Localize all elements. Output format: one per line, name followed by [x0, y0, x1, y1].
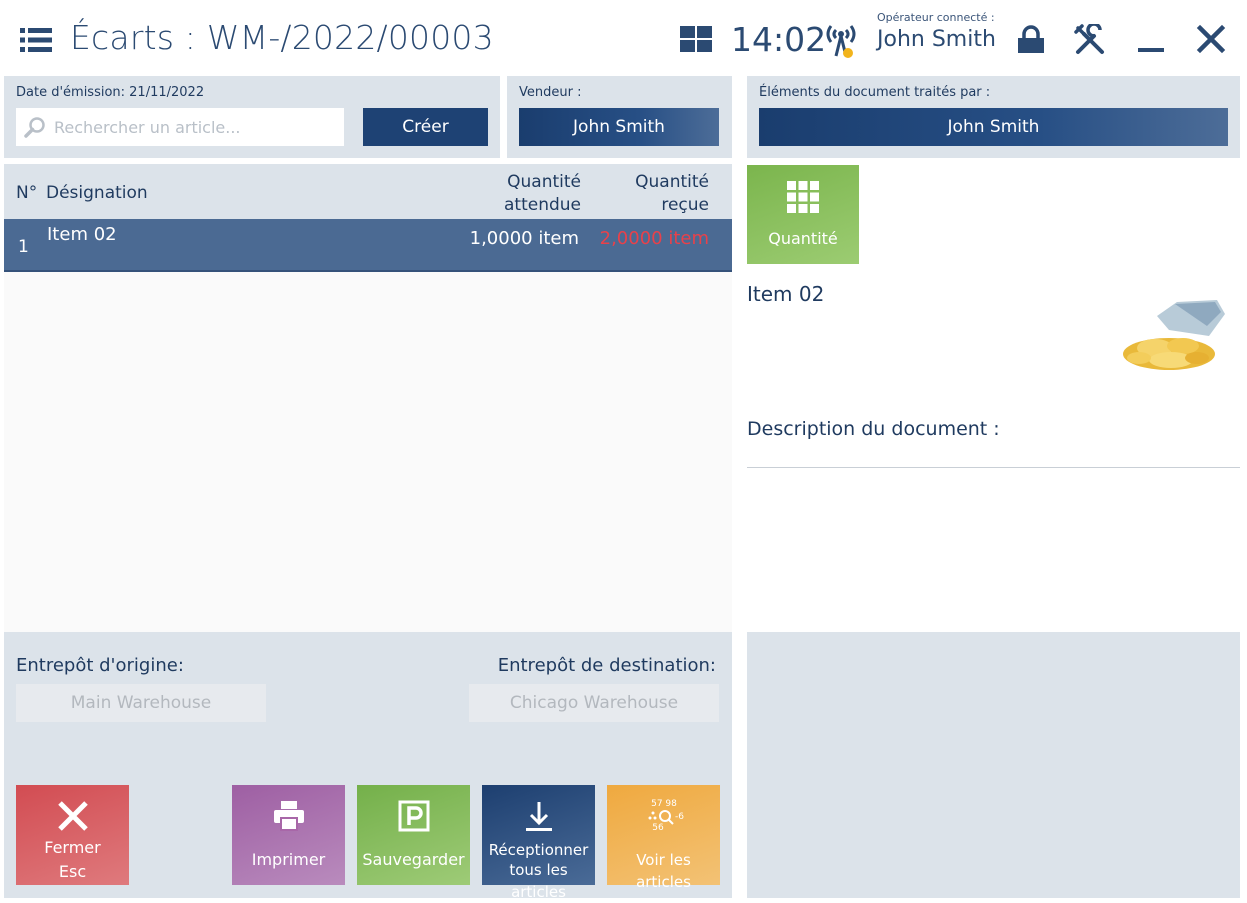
processed-by-button[interactable]: John Smith — [759, 108, 1228, 146]
operator-label: Opérateur connecté : — [877, 11, 995, 24]
table-header: N° Désignation Quantité attendue Quantit… — [4, 164, 732, 219]
column-header-expected-line1: Quantité — [507, 172, 581, 192]
close-label: Fermer — [44, 838, 101, 857]
view-icon-digits-bottom: 56 — [652, 823, 664, 833]
grid-keypad-icon — [787, 181, 819, 213]
column-header-received[interactable]: Quantité reçue — [604, 171, 709, 217]
search-input[interactable] — [54, 108, 339, 146]
column-header-received-line1: Quantité — [635, 172, 709, 192]
row-no: 1 — [18, 237, 29, 257]
download-arrow-icon — [525, 802, 552, 831]
search-box[interactable] — [16, 108, 344, 146]
vendor-label: Vendeur : — [519, 85, 582, 100]
scan-numbers-icon: 57 98 -6 56 — [648, 799, 684, 833]
table-row[interactable]: 1 Item 02 1,0000 item 2,0000 item — [4, 219, 732, 272]
close-button[interactable]: Fermer Esc — [16, 785, 129, 885]
column-header-designation[interactable]: Désignation — [46, 183, 148, 203]
description-underline[interactable] — [747, 467, 1240, 468]
tools-icon[interactable] — [1074, 24, 1106, 56]
destination-warehouse-field[interactable]: Chicago Warehouse — [469, 684, 719, 722]
receive-all-label-line2: tous les articles — [509, 861, 568, 901]
quantity-tile-label: Quantité — [768, 229, 838, 248]
save-label: Sauvegarder — [362, 850, 465, 869]
view-items-label: Voir les articles — [636, 851, 691, 891]
row-designation: Item 02 — [47, 224, 117, 245]
save-button[interactable]: Sauvegarder — [357, 785, 470, 885]
print-button[interactable]: Imprimer — [232, 785, 345, 885]
issue-date-label: Date d'émission: 21/11/2022 — [16, 85, 205, 100]
page-title: Écarts : WM-/2022/00003 — [70, 18, 494, 57]
selected-item-name: Item 02 — [747, 282, 825, 306]
items-table-body: 1 Item 02 1,0000 item 2,0000 item — [4, 219, 732, 632]
column-header-no[interactable]: N° — [16, 183, 37, 203]
parking-save-icon — [398, 800, 429, 832]
document-description-label: Description du document : — [747, 418, 1000, 440]
column-header-expected-line2: attendue — [503, 195, 581, 215]
close-icon[interactable] — [1196, 24, 1226, 54]
column-header-received-line2: reçue — [661, 195, 709, 215]
destination-warehouse-label: Entrepôt de destination: — [497, 655, 716, 676]
view-items-button[interactable]: 57 98 -6 56 Voir les articles — [607, 785, 720, 891]
receive-all-label-line1: Réceptionner — [488, 841, 589, 859]
origin-warehouse-label: Entrepôt d'origine: — [16, 655, 184, 676]
svg-text:-6: -6 — [675, 812, 684, 822]
vendor-button[interactable]: John Smith — [519, 108, 719, 146]
processed-by-label: Éléments du document traités par : — [759, 85, 991, 100]
bottom-right-panel — [747, 632, 1240, 898]
minimize-icon[interactable] — [1136, 24, 1166, 54]
row-received-quantity: 2,0000 item — [599, 228, 709, 249]
receive-all-button[interactable]: Réceptionner tous les articles — [482, 785, 595, 901]
operator-name: John Smith — [877, 27, 996, 52]
print-label: Imprimer — [251, 850, 326, 869]
column-header-expected[interactable]: Quantité attendue — [464, 171, 581, 217]
close-x-icon — [57, 801, 88, 831]
lock-icon[interactable] — [1016, 25, 1046, 55]
quantity-tile[interactable]: Quantité — [747, 165, 859, 264]
connection-signal-icon — [826, 25, 856, 58]
view-icon-digits-top: 57 98 — [651, 799, 677, 809]
origin-warehouse-field[interactable]: Main Warehouse — [16, 684, 266, 722]
app-header: Écarts : WM-/2022/00003 14:02 Opérateur … — [0, 0, 1247, 76]
row-expected-quantity: 1,0000 item — [469, 228, 579, 249]
create-button[interactable]: Créer — [363, 108, 488, 146]
search-icon — [24, 117, 45, 138]
menu-list-icon[interactable] — [20, 28, 52, 52]
printer-icon — [273, 801, 304, 831]
item-image-chips-icon — [1123, 300, 1225, 370]
close-shortcut: Esc — [58, 862, 87, 881]
windows-tiles-icon[interactable] — [680, 26, 712, 52]
clock: 14:02 — [731, 20, 827, 59]
